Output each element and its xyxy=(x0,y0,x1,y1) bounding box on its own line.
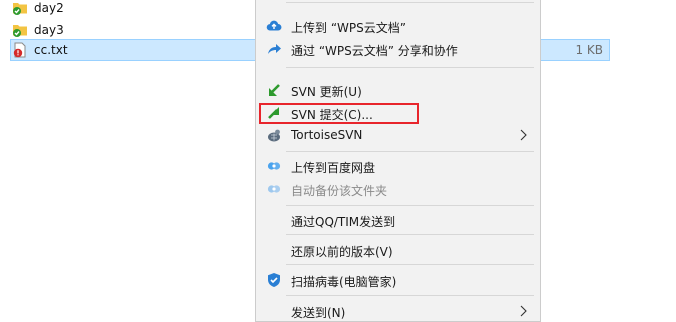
menu-separator xyxy=(286,67,534,68)
menu-item-auto-backup[interactable]: 自动备份该文件夹 xyxy=(256,178,540,200)
menu-item-label: 通过 “WPS云文档” 分享和协作 xyxy=(291,44,458,58)
file-row-day3[interactable]: day3 xyxy=(12,19,64,41)
menu-item-upload-baidu[interactable]: 上传到百度网盘 xyxy=(256,155,540,177)
chevron-right-icon xyxy=(520,305,527,317)
file-name: cc.txt xyxy=(34,43,68,57)
chevron-right-icon xyxy=(520,129,527,141)
file-name: day3 xyxy=(34,23,64,37)
menu-item-share-wps[interactable]: 通过 “WPS云文档” 分享和协作 xyxy=(256,38,540,60)
tortoisesvn-icon xyxy=(268,129,280,142)
menu-item-restore-versions[interactable]: 还原以前的版本(V) xyxy=(256,239,540,261)
menu-item-tortoisesvn[interactable]: TortoiseSVN xyxy=(256,124,540,146)
menu-item-svn-update[interactable]: SVN 更新(U) xyxy=(256,79,540,101)
file-size: 1 KB xyxy=(575,43,603,57)
menu-item-label: 自动备份该文件夹 xyxy=(291,184,388,198)
baidu-netdisk-icon xyxy=(267,162,281,170)
text-file-conflict-icon xyxy=(13,42,26,58)
folder-check-icon xyxy=(13,25,27,37)
menu-separator xyxy=(286,151,534,152)
menu-separator xyxy=(286,295,534,296)
menu-item-label: 还原以前的版本(V) xyxy=(291,245,393,259)
context-menu: 上传到 “WPS云文档” 通过 “WPS云文档” 分享和协作 SVN 更新(U)… xyxy=(255,0,541,322)
baidu-netdisk-icon xyxy=(267,185,281,193)
cloud-upload-icon xyxy=(266,20,282,31)
menu-item-label: 扫描病毒(电脑管家) xyxy=(291,275,397,289)
file-name: day2 xyxy=(34,1,64,15)
folder-check-icon xyxy=(13,3,27,15)
menu-item-label: TortoiseSVN xyxy=(291,128,363,142)
menu-item-label: 上传到百度网盘 xyxy=(291,161,376,175)
menu-item-send-qq[interactable]: 通过QQ/TIM发送到 xyxy=(256,209,540,231)
menu-item-label: 通过QQ/TIM发送到 xyxy=(291,215,396,229)
menu-item-scan-virus[interactable]: 扫描病毒(电脑管家) xyxy=(256,269,540,291)
menu-separator xyxy=(286,264,534,265)
menu-item-label: 发送到(N) xyxy=(291,306,346,320)
shield-icon xyxy=(268,273,280,287)
menu-item-upload-wps[interactable]: 上传到 “WPS云文档” xyxy=(256,15,540,37)
menu-item-label: 上传到 “WPS云文档” xyxy=(291,21,406,35)
share-icon xyxy=(268,44,281,54)
svn-update-icon xyxy=(269,84,280,96)
menu-item-label: SVN 更新(U) xyxy=(291,85,362,99)
menu-separator xyxy=(286,234,534,235)
highlight-annotation-box xyxy=(259,103,419,124)
file-row-day2[interactable]: day2 xyxy=(12,0,64,19)
menu-separator xyxy=(286,2,534,3)
menu-separator xyxy=(286,205,534,206)
